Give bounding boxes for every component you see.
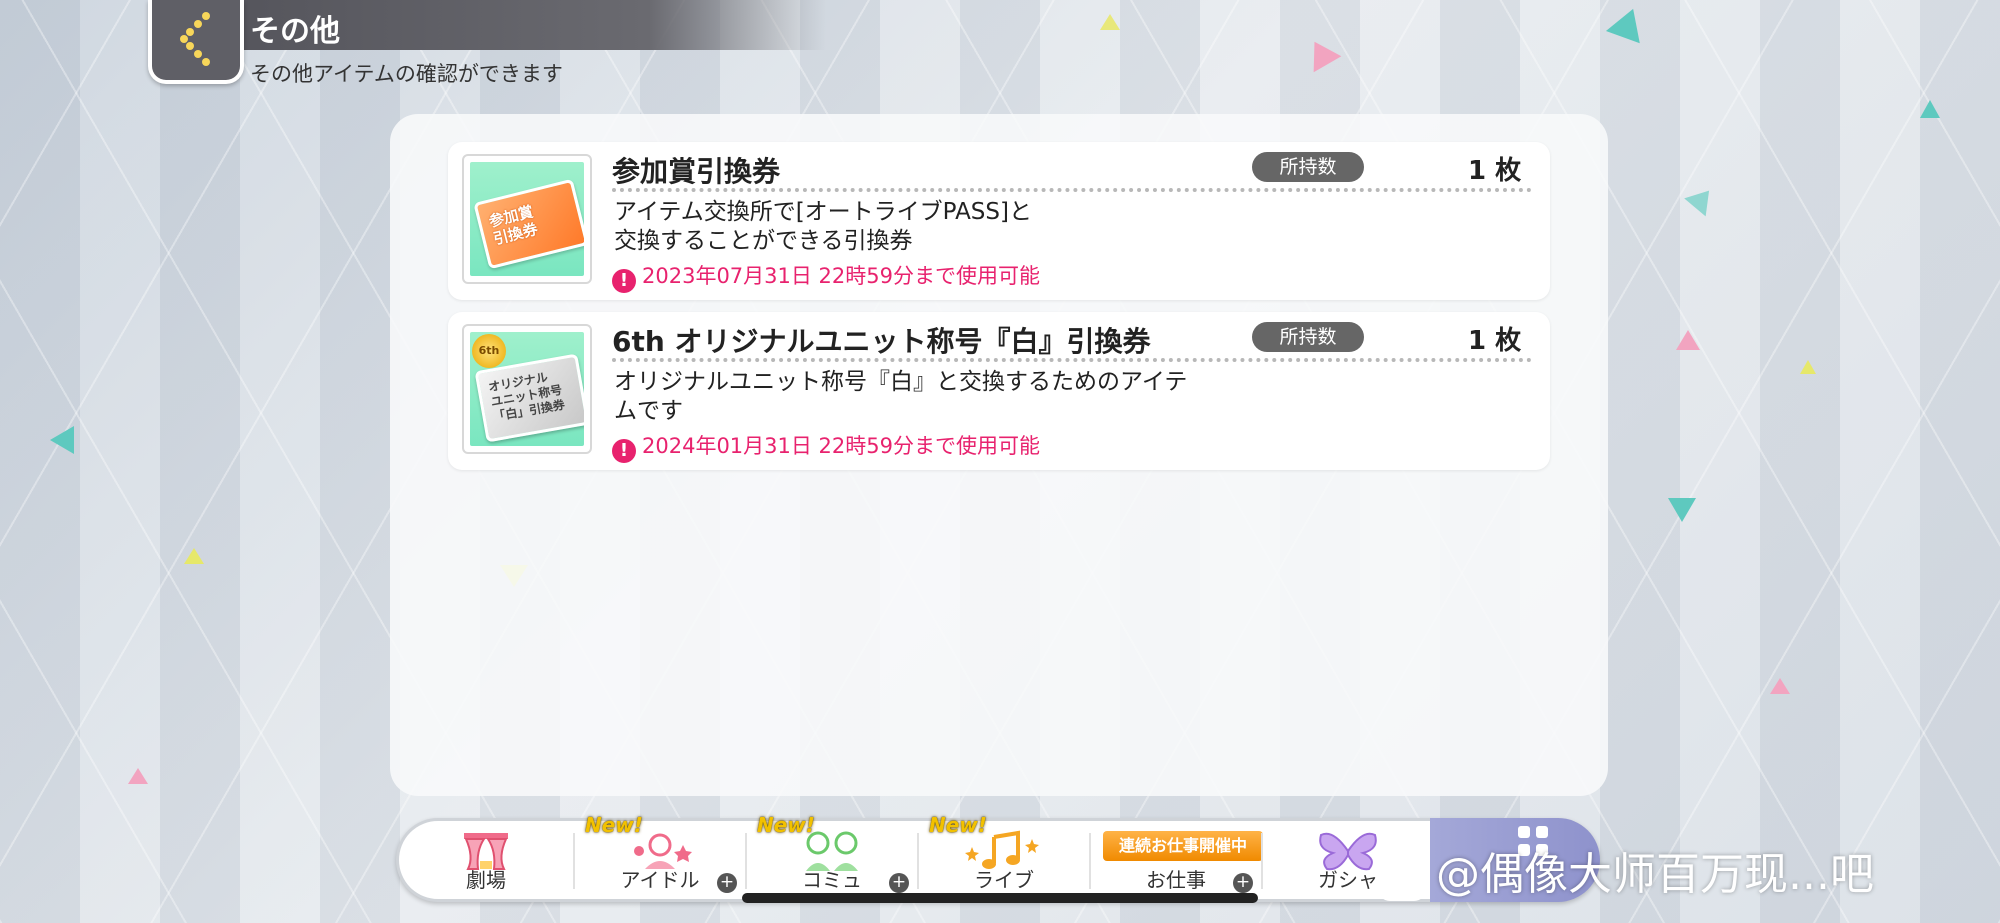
confetti-decoration — [1100, 14, 1120, 30]
item-description: アイテム交換所で[オートライブPASS]と 交換することができる引換券 — [614, 198, 1274, 256]
menu-dots-icon — [1536, 826, 1548, 838]
item-count: 1 枚 — [1468, 156, 1522, 186]
confetti-decoration — [50, 426, 74, 454]
confetti-decoration — [128, 768, 148, 784]
item-expiry: ! 2023年07月31日 22時59分まで使用可能 — [612, 260, 1040, 293]
item-expiry-text: 2024年01月31日 22時59分まで使用可能 — [642, 434, 1041, 458]
plus-icon: + — [1233, 873, 1253, 893]
item-thumbnail: 参加賞 引換券 — [462, 154, 592, 284]
watermark: @偶像大师百万现...吧 — [1378, 838, 1874, 902]
back-button[interactable] — [148, 0, 244, 84]
ticket-icon: 参加賞 引換券 — [473, 178, 584, 270]
item-row[interactable]: 参加賞 引換券 参加賞引換券 所持数 1 枚 アイテム交換所で[オートライブPAS… — [448, 142, 1550, 300]
exclamation-icon: ! — [612, 439, 636, 463]
nav-label: ライブ — [974, 868, 1034, 892]
item-count: 1 枚 — [1468, 326, 1522, 356]
menu-dots-icon — [1518, 826, 1530, 838]
nav-label: 劇場 — [466, 868, 506, 892]
confetti-decoration — [1668, 498, 1696, 522]
item-description-line: ムです — [614, 398, 683, 424]
plus-icon: + — [717, 873, 737, 893]
confetti-decoration — [1770, 678, 1790, 694]
home-indicator[interactable] — [742, 893, 1258, 903]
watermark-logo-icon — [1378, 853, 1426, 901]
item-expiry-text: 2023年07月31日 22時59分まで使用可能 — [642, 264, 1041, 288]
exclamation-icon: ! — [612, 269, 636, 293]
job-event-banner: 連続お仕事開催中 — [1103, 831, 1263, 861]
plus-icon: + — [889, 873, 909, 893]
confetti-decoration — [1920, 100, 1940, 118]
nav-commu[interactable]: New! コミュ + — [747, 813, 917, 899]
chevron-left-icon — [180, 12, 210, 66]
dotted-divider — [612, 358, 1532, 362]
watermark-text: @偶像大师百万现...吧 — [1436, 849, 1874, 900]
confetti-decoration — [1676, 330, 1700, 350]
item-description-line: アイテム交換所で[オートライブPASS]と — [614, 199, 1032, 225]
item-name: 参加賞引換券 — [612, 155, 781, 188]
confetti-decoration — [184, 548, 204, 564]
page-subtitle: その他アイテムの確認ができます — [250, 62, 563, 86]
held-count-badge: 所持数 — [1252, 152, 1364, 182]
item-thumbnail: オリジナル ユニット称号 「白」引換券 6th — [462, 324, 592, 454]
item-description-line: 交換することができる引換券 — [614, 228, 913, 254]
item-name: 6th オリジナルユニット称号『白』引換券 — [612, 325, 1151, 358]
item-description-line: オリジナルユニット称号『白』と交換するためのアイテ — [614, 369, 1188, 395]
page-title: その他 — [250, 14, 340, 49]
nav-job[interactable]: 連続お仕事開催中 お仕事 + — [1091, 821, 1263, 899]
item-expiry: ! 2024年01月31日 22時59分まで使用可能 — [612, 430, 1040, 463]
held-count-badge: 所持数 — [1252, 322, 1364, 352]
sixth-anniversary-badge: 6th — [472, 334, 506, 368]
confetti-decoration — [1800, 360, 1816, 374]
dotted-divider — [612, 188, 1532, 192]
nav-idol[interactable]: New! アイドル + — [575, 813, 745, 899]
item-row[interactable]: オリジナル ユニット称号 「白」引換券 6th 6th オリジナルユニット称号『白』… — [448, 312, 1550, 470]
nav-theater[interactable]: 劇場 — [399, 821, 573, 899]
nav-live[interactable]: New! ライブ — [919, 813, 1089, 899]
item-description: オリジナルユニット称号『白』と交換するためのアイテ ムです — [614, 368, 1274, 426]
